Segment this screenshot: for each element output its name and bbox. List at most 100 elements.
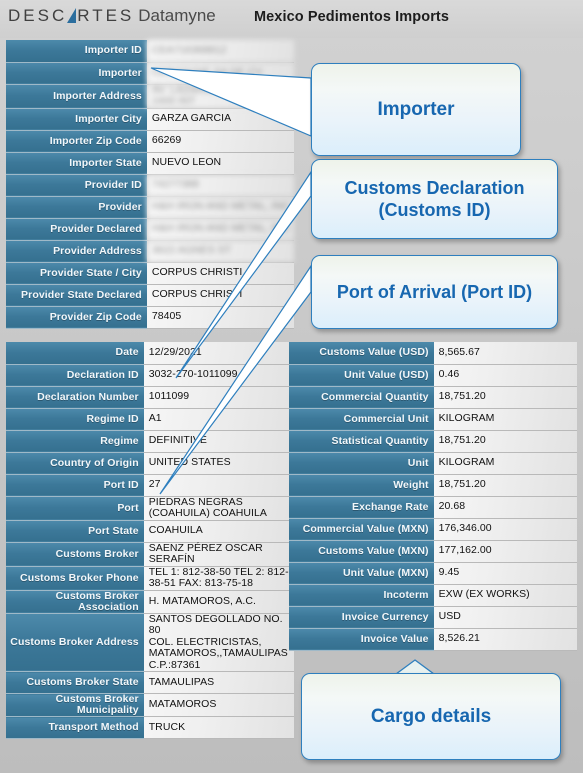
cargo-row-label: Invoice Value bbox=[289, 628, 434, 651]
declaration-row-label: Customs Broker State bbox=[6, 671, 144, 694]
importer-row-label: Importer Address bbox=[6, 84, 147, 109]
cargo-row: Customs Value (MXN) 177,162.00 bbox=[289, 540, 577, 563]
importer-row: Provider Address 3622 AGNES ST bbox=[6, 240, 294, 263]
importer-row-value: H&H IRON AND METAL, INC bbox=[146, 196, 294, 219]
declaration-row: Port ID 27 bbox=[6, 474, 294, 497]
cargo-row-label: Unit bbox=[289, 452, 434, 475]
declaration-row-label: Date bbox=[6, 342, 144, 365]
declaration-row: Customs Broker State TAMAULIPAS bbox=[6, 671, 294, 694]
declaration-row-label: Declaration ID bbox=[6, 364, 144, 387]
importer-row: Importer Address AV. LAZARO CARDENAS 2400… bbox=[6, 84, 294, 109]
cargo-row-value: EXW (EX WORKS) bbox=[433, 584, 577, 607]
declaration-row-value: SAENZ PÉREZ OSCAR SERAFÍN bbox=[143, 542, 294, 567]
declaration-row-label: Customs Broker Phone bbox=[6, 566, 144, 591]
declaration-row-label: Transport Method bbox=[6, 716, 144, 739]
importer-row-label: Importer State bbox=[6, 152, 147, 175]
importer-row-value: 74277388 bbox=[146, 174, 294, 197]
cargo-row: Incoterm EXW (EX WORKS) bbox=[289, 584, 577, 607]
declaration-row-value: A1 bbox=[143, 408, 294, 431]
importer-row-value: CORPUS CHRISTI bbox=[146, 284, 294, 307]
importer-row-label: Importer ID bbox=[6, 40, 147, 63]
cargo-row-value: 177,162.00 bbox=[433, 540, 577, 563]
cargo-row: Unit Value (USD) 0.46 bbox=[289, 364, 577, 387]
cargo-row-label: Weight bbox=[289, 474, 434, 497]
importer-row-value: H&H IRON AND METAL, INC bbox=[146, 218, 294, 241]
callout-customs-declaration-text: Customs Declaration (Customs ID) bbox=[344, 178, 525, 220]
cargo-row-value: 18,751.20 bbox=[433, 386, 577, 409]
cargo-row-label: Customs Value (MXN) bbox=[289, 540, 434, 563]
importer-row-label: Provider Zip Code bbox=[6, 306, 147, 329]
declaration-row: Regime DEFINITIVE bbox=[6, 430, 294, 453]
importer-row-label: Importer bbox=[6, 62, 147, 85]
cargo-row: Customs Value (USD) 8,565.67 bbox=[289, 342, 577, 365]
importer-row: Provider Zip Code 78405 bbox=[6, 306, 294, 329]
declaration-row-label: Declaration Number bbox=[6, 386, 144, 409]
declaration-row: Customs Broker Municipality MATAMOROS bbox=[6, 693, 294, 717]
declaration-row-label: Port State bbox=[6, 520, 144, 543]
declaration-row-value: H. MATAMOROS, A.C. bbox=[143, 590, 294, 614]
cargo-row: Invoice Value 8,526.21 bbox=[289, 628, 577, 651]
declaration-row: Declaration ID 3032-270-1011099 bbox=[6, 364, 294, 387]
importer-row-value: CORPUS CHRISTI bbox=[146, 262, 294, 285]
callout-customs-declaration: Customs Declaration (Customs ID) bbox=[311, 159, 558, 239]
callout-importer-text: Importer bbox=[377, 98, 455, 120]
declaration-row-label: Regime ID bbox=[6, 408, 144, 431]
importer-row: Provider State / City CORPUS CHRISTI bbox=[6, 262, 294, 285]
cargo-row-label: Commercial Value (MXN) bbox=[289, 518, 434, 541]
cargo-row-value: 18,751.20 bbox=[433, 474, 577, 497]
importer-row-value: 78405 bbox=[146, 306, 294, 329]
importer-row: Provider State Declared CORPUS CHRISTI bbox=[6, 284, 294, 307]
importer-row-value: CEA716368812 bbox=[146, 40, 294, 63]
declaration-row-label: Customs Broker Association bbox=[6, 590, 144, 614]
declaration-row-value: 12/29/2021 bbox=[143, 342, 294, 365]
cargo-row-value: KILOGRAM bbox=[433, 452, 577, 475]
importer-row-label: Provider Address bbox=[6, 240, 147, 263]
importer-row-value: 66269 bbox=[146, 130, 294, 153]
importer-row-label: Provider State Declared bbox=[6, 284, 147, 307]
importer-row: Importer CERADYNE SA DE CV bbox=[6, 62, 294, 85]
callout-importer: Importer bbox=[311, 63, 521, 156]
declaration-row-value: TEL 1: 812-38-50 TEL 2: 812- 38-51 FAX: … bbox=[143, 566, 294, 591]
cargo-row-value: 8,565.67 bbox=[433, 342, 577, 365]
declaration-row: Port PIEDRAS NEGRAS (COAHUILA) COAHUILA bbox=[6, 496, 294, 521]
declaration-row-value: UNITED STATES bbox=[143, 452, 294, 475]
importer-row-value: 3622 AGNES ST bbox=[146, 240, 294, 263]
callout-port-of-arrival-text: Port of Arrival (Port ID) bbox=[336, 282, 533, 302]
cargo-row-value: KILOGRAM bbox=[433, 408, 577, 431]
declaration-row: Customs Broker Phone TEL 1: 812-38-50 TEL… bbox=[6, 566, 294, 591]
callout-cargo-details-text: Cargo details bbox=[370, 705, 492, 727]
importer-row-label: Provider ID bbox=[6, 174, 147, 197]
cargo-row-value: 176,346.00 bbox=[433, 518, 577, 541]
declaration-row-value: DEFINITIVE bbox=[143, 430, 294, 453]
cargo-row: Invoice Currency USD bbox=[289, 606, 577, 629]
cargo-row-label: Statistical Quantity bbox=[289, 430, 434, 453]
importer-row-label: Importer City bbox=[6, 108, 147, 131]
importer-row: Provider ID 74277388 bbox=[6, 174, 294, 197]
declaration-row: Date 12/29/2021 bbox=[6, 342, 294, 365]
importer-row-value: AV. LAZARO CARDENAS 2400 INT bbox=[146, 84, 294, 109]
importer-provider-table-body: Importer ID CEA716368812 Importer CERADYNE … bbox=[6, 40, 294, 329]
cargo-row-label: Exchange Rate bbox=[289, 496, 434, 519]
cargo-row: Commercial Quantity 18,751.20 bbox=[289, 386, 577, 409]
declaration-row-label: Port bbox=[6, 496, 144, 521]
app-root: DESC RTES Datamyne Mexico Pedimentos Impor… bbox=[0, 0, 583, 773]
declaration-row-label: Customs Broker Municipality bbox=[6, 693, 144, 717]
page-header: DESC RTES Datamyne Mexico Pedimentos Impor… bbox=[0, 0, 583, 38]
declaration-row-value: PIEDRAS NEGRAS (COAHUILA) COAHUILA bbox=[143, 496, 294, 521]
declaration-row-value: 3032-270-1011099 bbox=[143, 364, 294, 387]
importer-row-value: GARZA GARCIA bbox=[146, 108, 294, 131]
cargo-table: Customs Value (USD) 8,565.67 Unit Value (U… bbox=[289, 342, 577, 651]
importer-row: Importer Zip Code 66269 bbox=[6, 130, 294, 153]
importer-row: Importer ID CEA716368812 bbox=[6, 40, 294, 63]
cargo-row-label: Commercial Unit bbox=[289, 408, 434, 431]
importer-row: Provider Declared H&H IRON AND METAL, INC bbox=[6, 218, 294, 241]
declaration-row-label: Regime bbox=[6, 430, 144, 453]
importer-row-value: NUEVO LEON bbox=[146, 152, 294, 175]
declaration-row: Customs Broker SAENZ PÉREZ OSCAR SERAFÍN bbox=[6, 542, 294, 567]
cargo-row: Commercial Unit KILOGRAM bbox=[289, 408, 577, 431]
importer-row: Provider H&H IRON AND METAL, INC bbox=[6, 196, 294, 219]
declaration-row-label: Customs Broker Address bbox=[6, 613, 144, 672]
declaration-row-label: Customs Broker bbox=[6, 542, 144, 567]
cargo-row-label: Unit Value (USD) bbox=[289, 364, 434, 387]
declaration-row-value: TRUCK bbox=[143, 716, 294, 739]
